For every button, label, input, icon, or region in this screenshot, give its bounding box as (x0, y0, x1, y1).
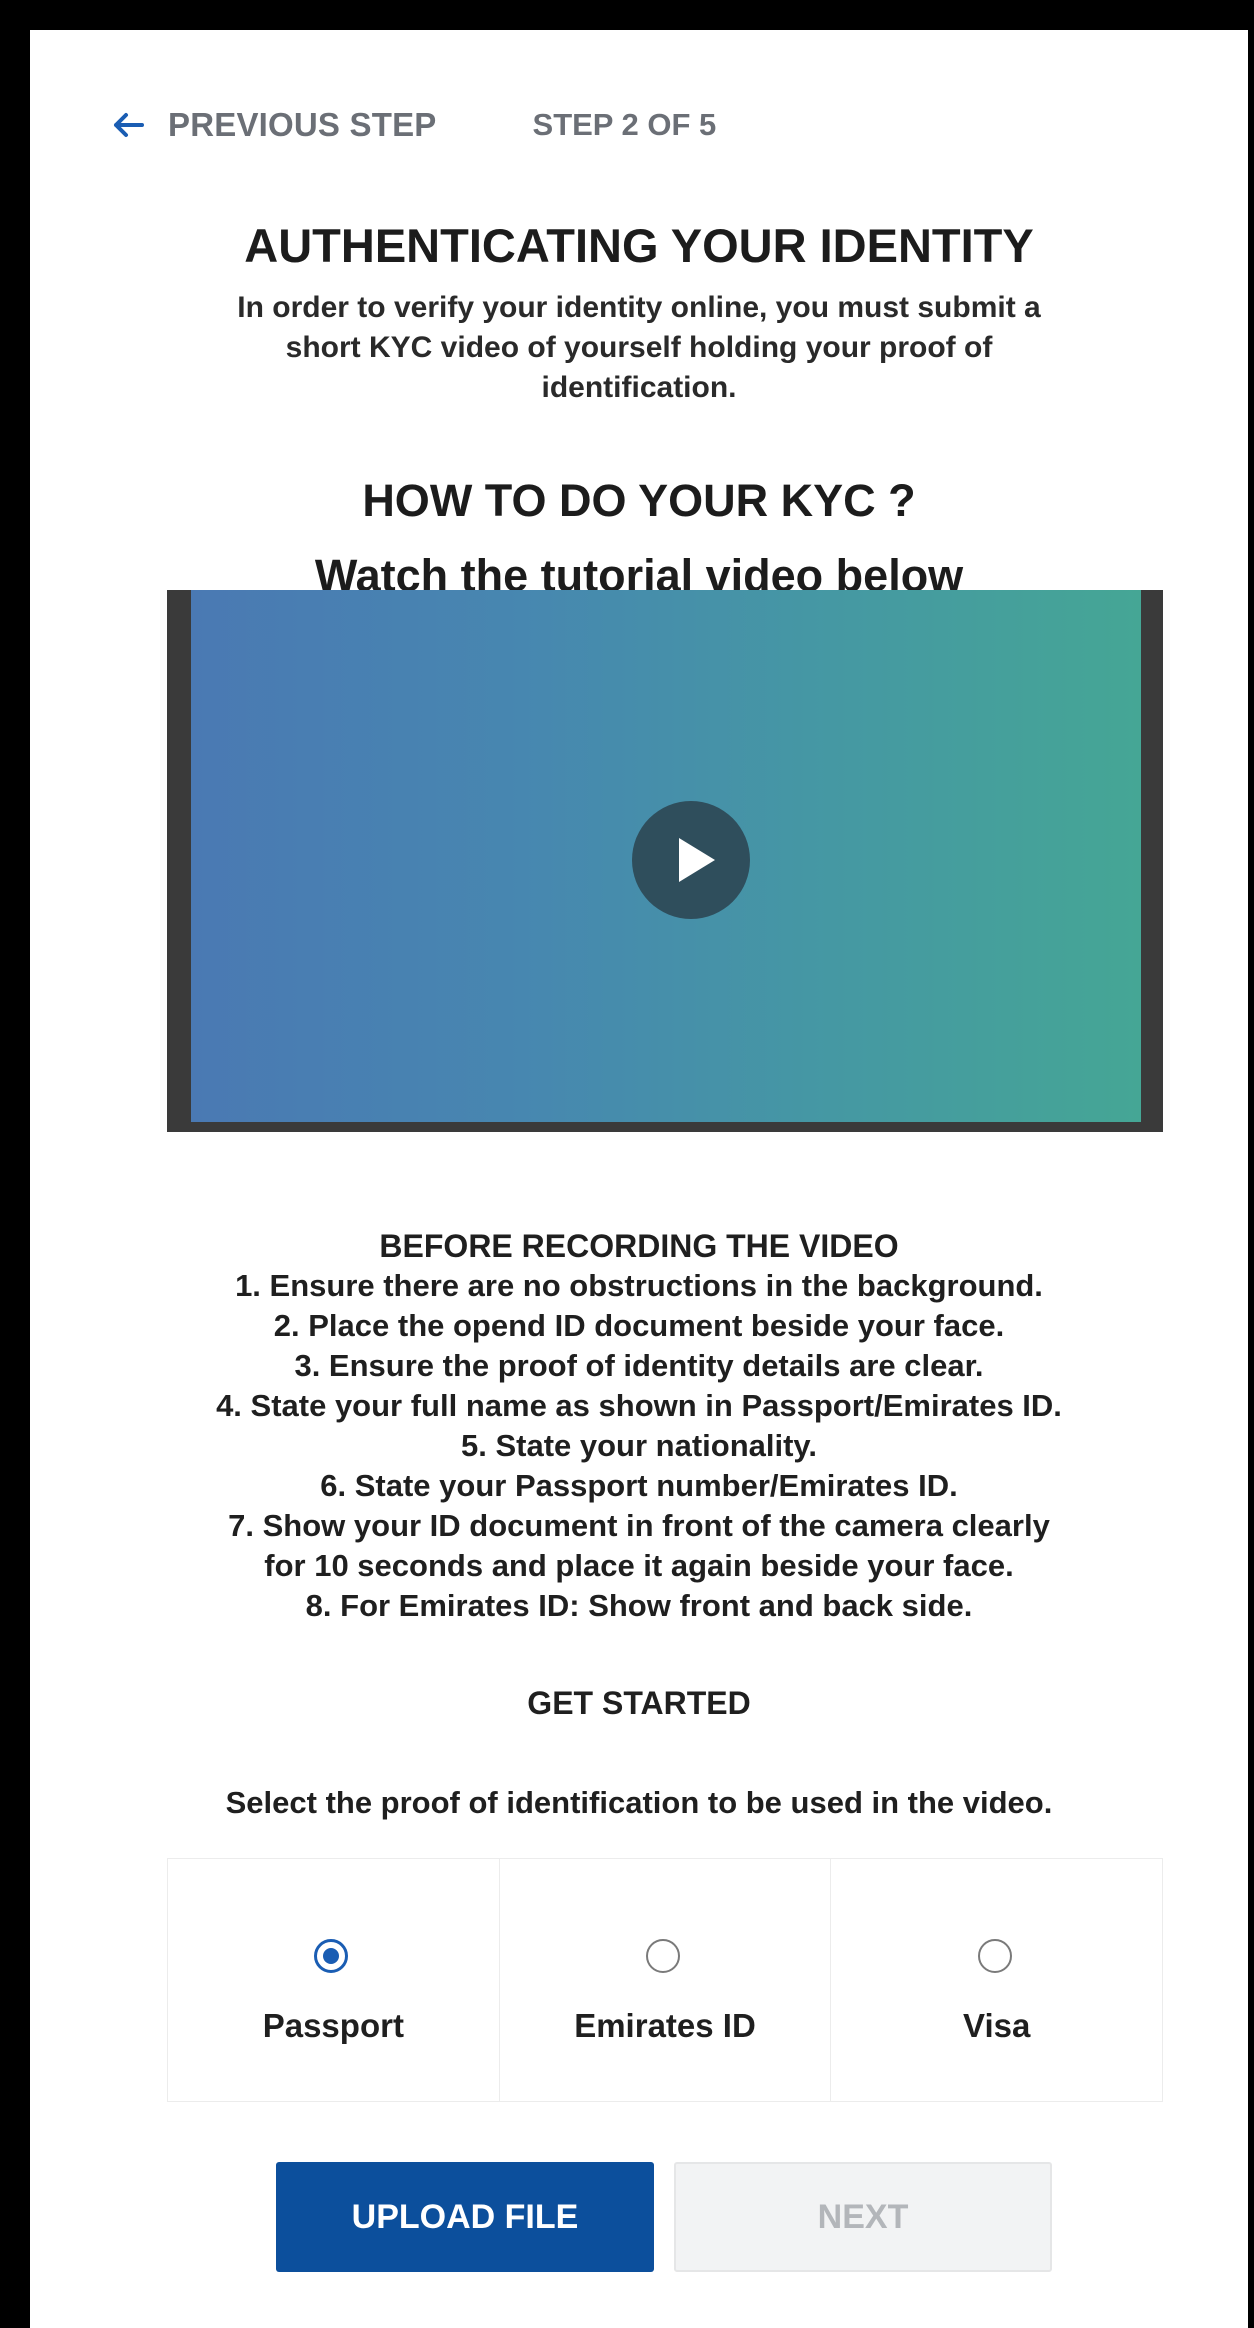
next-button[interactable]: NEXT (674, 2162, 1052, 2272)
radio-passport[interactable] (314, 1939, 349, 1973)
step-indicator: STEP 2 OF 5 (532, 107, 717, 142)
intro-text: In order to verify your identity online,… (30, 288, 1248, 408)
id-type-options: Passport Emirates ID Visa (167, 1858, 1163, 2102)
option-emirates-id[interactable]: Emirates ID (500, 1859, 832, 2101)
instruction-item: 3. Ensure the proof of identity details … (294, 1348, 984, 1383)
radio-visa[interactable] (977, 1939, 1012, 1973)
tutorial-heading: HOW TO DO YOUR KYC ? (362, 475, 916, 526)
upload-file-button[interactable]: UPLOAD FILE (276, 2162, 654, 2272)
instruction-item: 6. State your Passport number/Emirates I… (320, 1468, 958, 1503)
play-icon (679, 838, 715, 882)
radio-emirates-id[interactable] (646, 1939, 680, 1973)
recording-instructions: BEFORE RECORDING THE VIDEO 1. Ensure the… (30, 1226, 1248, 1626)
tutorial-video-player[interactable] (167, 590, 1163, 1132)
instruction-item: 1. Ensure there are no obstructions in t… (235, 1268, 1043, 1303)
page-title: AUTHENTICATING YOUR IDENTITY (244, 219, 1034, 272)
instruction-item: 2. Place the opend ID document beside yo… (273, 1308, 1005, 1343)
play-button[interactable] (632, 801, 750, 919)
arrow-left-icon (114, 113, 144, 137)
previous-step-label: PREVIOUS STEP (168, 106, 437, 143)
intro-line: In order to verify your identity online,… (237, 291, 1041, 324)
intro-line: identification. (541, 371, 737, 404)
instruction-item: 5. State your nationality. (460, 1428, 817, 1463)
instructions-heading: BEFORE RECORDING THE VIDEO (379, 1228, 899, 1264)
instruction-item: for 10 seconds and place it again beside… (264, 1548, 1014, 1583)
option-visa[interactable]: Visa (831, 1859, 1162, 2101)
intro-line: short KYC video of yourself holding your… (285, 331, 993, 364)
option-label: Visa (963, 2007, 1031, 2044)
id-select-prompt: Select the proof of identification to be… (225, 1785, 1053, 1820)
instruction-item: 7. Show your ID document in front of the… (228, 1508, 1050, 1543)
previous-step-link[interactable]: PREVIOUS STEP (110, 106, 437, 144)
top-nav: PREVIOUS STEP STEP 2 OF 5 (110, 100, 716, 150)
option-label: Emirates ID (574, 2007, 756, 2044)
option-passport[interactable]: Passport (168, 1859, 500, 2101)
instruction-item: 4. State your full name as shown in Pass… (216, 1388, 1062, 1423)
instruction-item: 8. For Emirates ID: Show front and back … (305, 1588, 973, 1623)
option-label: Passport (262, 2007, 404, 2044)
kyc-page: PREVIOUS STEP STEP 2 OF 5 AUTHENTICATING… (30, 30, 1248, 2328)
get-started-heading: GET STARTED (527, 1685, 751, 1721)
